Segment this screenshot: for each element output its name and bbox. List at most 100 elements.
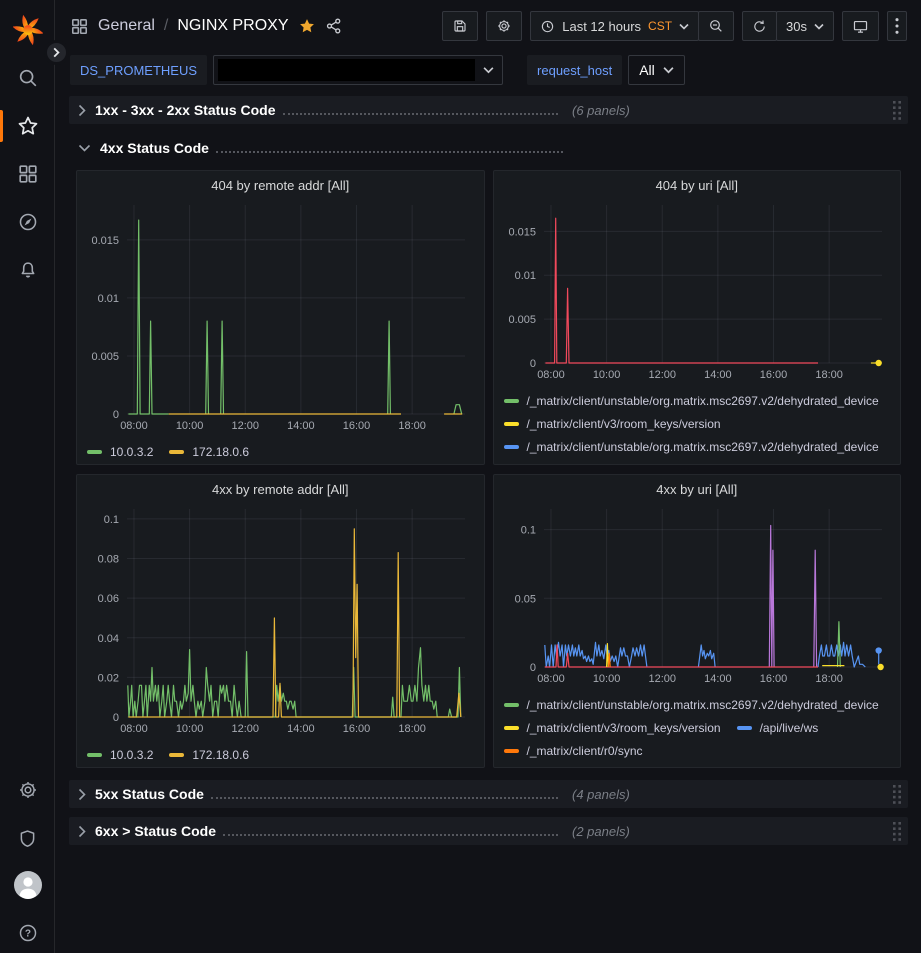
zoom-out-button[interactable]	[698, 11, 734, 41]
svg-text:14:00: 14:00	[704, 369, 732, 381]
explore-compass-icon	[17, 211, 39, 233]
legend-label: /_matrix/client/v3/room_keys/version	[527, 417, 721, 431]
shield-icon	[17, 828, 38, 849]
time-series-chart[interactable]: 00.0050.010.01508:0010:0012:0014:0016:00…	[500, 199, 895, 388]
dashboard-settings-button[interactable]	[486, 11, 522, 41]
chevron-down-icon	[814, 23, 824, 30]
sidebar-item-alerting[interactable]	[0, 250, 55, 290]
dashboard-canvas: 1xx - 3xx - 2xx Status Code (6 panels) 4…	[56, 88, 921, 845]
drag-handle-icon[interactable]	[893, 822, 902, 841]
legend-item[interactable]: 10.0.3.2	[87, 441, 153, 463]
row-6xx[interactable]: 6xx > Status Code (2 panels)	[69, 817, 908, 845]
variable-select-datasource[interactable]	[213, 55, 503, 85]
search-icon	[17, 67, 39, 89]
sidebar-item-help[interactable]: ?	[0, 913, 55, 953]
variable-select-request-host[interactable]: All	[628, 55, 685, 85]
legend-item[interactable]: /_matrix/client/unstable/org.matrix.msc2…	[504, 390, 879, 412]
svg-text:08:00: 08:00	[537, 673, 565, 685]
row-title: 1xx - 3xx - 2xx Status Code	[95, 102, 276, 118]
sidebar-expand-button[interactable]	[44, 40, 69, 65]
svg-text:12:00: 12:00	[648, 369, 676, 381]
legend-item[interactable]: /_matrix/client/v3/room_keys/version	[504, 413, 721, 435]
cycle-view-mode-button[interactable]	[842, 11, 879, 41]
star-filled-icon	[298, 17, 316, 35]
legend-item[interactable]: /api/live/ws	[737, 717, 819, 739]
time-range-picker[interactable]: Last 12 hours CST	[530, 11, 699, 41]
legend-swatch	[504, 749, 519, 753]
row-dotted-line	[216, 151, 563, 153]
legend-item[interactable]: 10.0.3.2	[87, 744, 153, 766]
sidebar-item-starred[interactable]	[0, 106, 55, 146]
svg-text:16:00: 16:00	[343, 420, 371, 432]
legend-item[interactable]: /_matrix/client/r0/sync	[504, 740, 643, 762]
grafana-logo-icon	[13, 15, 43, 45]
legend-label: /_matrix/client/unstable/org.matrix.msc2…	[527, 698, 879, 712]
legend-swatch	[87, 450, 102, 454]
sidebar-item-profile[interactable]	[0, 865, 55, 905]
legend-item[interactable]: 172.18.0.6	[169, 744, 249, 766]
panel-title[interactable]: 4xx by uri [All]	[500, 475, 895, 503]
chevron-down-icon	[483, 66, 494, 74]
chevron-right-icon	[78, 825, 86, 838]
panel-title[interactable]: 404 by uri [All]	[500, 171, 895, 199]
sidebar-item-dashboards[interactable]	[0, 154, 55, 194]
legend-item[interactable]: /_matrix/client/unstable/org.matrix.msc2…	[504, 763, 879, 768]
legend-label: 172.18.0.6	[192, 445, 249, 459]
row-dotted-line	[211, 797, 558, 799]
panel-4xx-by-uri: 4xx by uri [All] 00.050.108:0010:0012:00…	[493, 474, 902, 768]
variable-label-request-host[interactable]: request_host	[527, 55, 622, 85]
legend-label: 10.0.3.2	[110, 748, 153, 762]
refresh-interval-picker[interactable]: 30s	[776, 11, 834, 41]
panel-title[interactable]: 404 by remote addr [All]	[83, 171, 478, 199]
legend-item[interactable]: /_matrix/client/unstable/org.matrix.msc2…	[504, 694, 879, 716]
panel-404-by-uri: 404 by uri [All] 00.0050.010.01508:0010:…	[493, 170, 902, 465]
legend-item[interactable]: /_matrix/client/v3/room_keys/version	[504, 459, 721, 465]
more-options-button[interactable]	[887, 11, 907, 41]
svg-text:16:00: 16:00	[759, 673, 787, 685]
svg-text:18:00: 18:00	[398, 723, 426, 735]
legend-item[interactable]: 172.18.0.6	[169, 441, 249, 463]
svg-text:0: 0	[113, 409, 119, 421]
time-series-chart[interactable]: 00.050.108:0010:0012:0014:0016:0018:00	[500, 503, 895, 692]
chart-legend: /_matrix/client/unstable/org.matrix.msc2…	[500, 692, 895, 768]
row-4xx[interactable]: 4xx Status Code	[69, 134, 908, 162]
refresh-button[interactable]	[742, 11, 777, 41]
chevron-right-icon	[78, 788, 86, 801]
time-series-chart[interactable]: 00.0050.010.01508:0010:0012:0014:0016:00…	[83, 199, 478, 439]
legend-item[interactable]: /_matrix/client/unstable/org.matrix.msc2…	[504, 436, 879, 458]
share-button[interactable]	[325, 17, 343, 35]
breadcrumb-folder[interactable]: General	[98, 17, 155, 35]
favorite-button[interactable]	[298, 17, 316, 35]
row-1xx-3xx-2xx[interactable]: 1xx - 3xx - 2xx Status Code (6 panels)	[69, 96, 908, 124]
svg-text:08:00: 08:00	[120, 723, 148, 735]
legend-swatch	[169, 753, 184, 757]
row-5xx[interactable]: 5xx Status Code (4 panels)	[69, 780, 908, 808]
svg-text:14:00: 14:00	[287, 420, 315, 432]
legend-label: /_matrix/client/unstable/org.matrix.msc2…	[527, 394, 879, 408]
variable-label-datasource[interactable]: DS_PROMETHEUS	[70, 55, 207, 85]
sidebar-item-admin[interactable]	[0, 818, 55, 858]
page-title: NGINX PROXY	[177, 17, 288, 35]
help-icon: ?	[17, 922, 39, 944]
save-dashboard-button[interactable]	[442, 11, 478, 41]
legend-item[interactable]: /_matrix/client/v3/room_keys/version	[504, 717, 721, 739]
svg-text:10:00: 10:00	[176, 420, 204, 432]
breadcrumb-separator: /	[164, 17, 168, 35]
drag-handle-icon[interactable]	[893, 101, 902, 120]
svg-text:18:00: 18:00	[398, 420, 426, 432]
chart-legend: /_matrix/client/unstable/org.matrix.msc2…	[500, 388, 895, 465]
time-series-chart[interactable]: 00.020.040.060.080.108:0010:0012:0014:00…	[83, 503, 478, 742]
row-title: 6xx > Status Code	[95, 823, 216, 839]
drag-handle-icon[interactable]	[893, 785, 902, 804]
legend-item[interactable]: /sw.js	[737, 459, 789, 465]
breadcrumb: General / NGINX PROXY	[70, 17, 442, 36]
sidebar-item-settings[interactable]	[0, 770, 55, 810]
sidebar-item-explore[interactable]	[0, 202, 55, 242]
chevron-down-icon	[679, 23, 689, 30]
star-icon	[16, 114, 40, 138]
variables-bar: DS_PROMETHEUS request_host All	[56, 52, 921, 88]
panel-title[interactable]: 4xx by remote addr [All]	[83, 475, 478, 503]
svg-text:18:00: 18:00	[815, 673, 843, 685]
sidebar-item-search[interactable]	[0, 58, 55, 98]
svg-text:10:00: 10:00	[592, 673, 620, 685]
